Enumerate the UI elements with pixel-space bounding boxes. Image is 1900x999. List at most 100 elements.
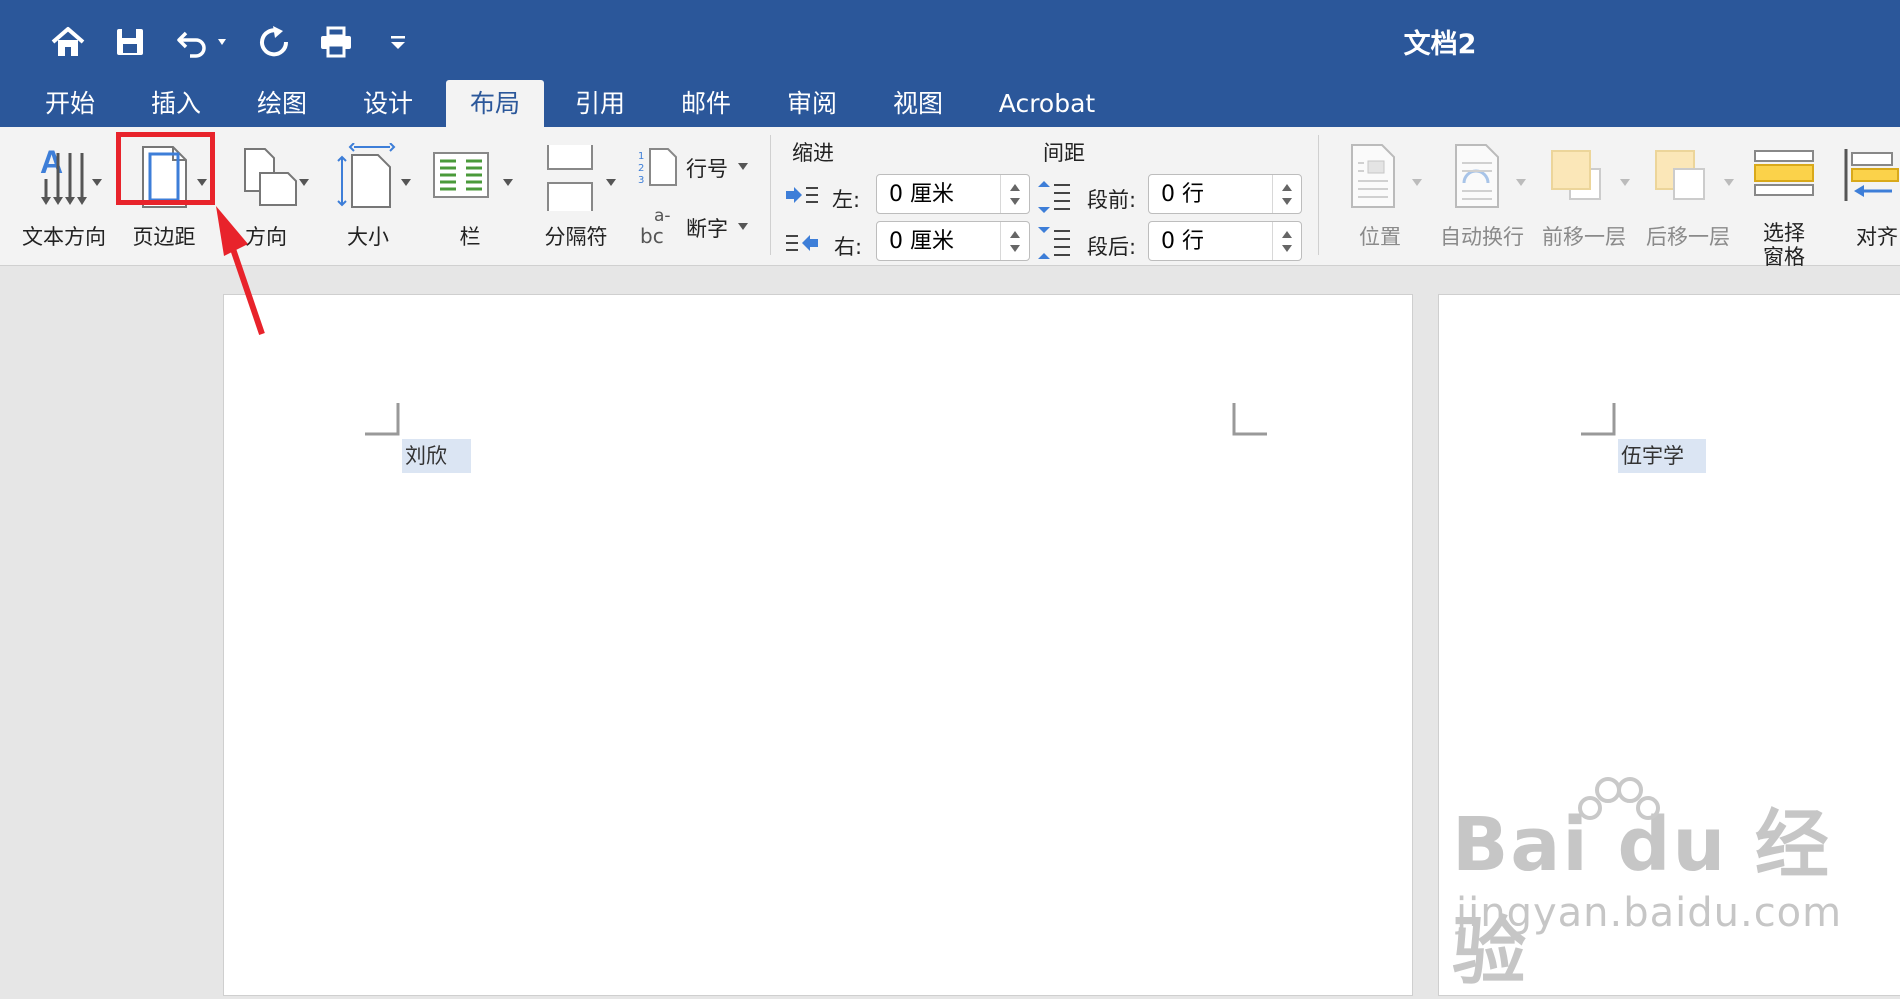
line-numbers-icon: 1 2 3 — [638, 148, 677, 186]
annotation-arrow-icon — [216, 206, 265, 335]
chevron-down-icon — [299, 179, 309, 186]
spacing-after-field[interactable]: 0 行 — [1148, 221, 1302, 261]
page-2-text[interactable]: 伍宇学 — [1618, 439, 1706, 473]
hyphenation-icon: a- bc — [640, 206, 671, 248]
send-backward-label: 后移一层 — [1646, 225, 1730, 249]
align-icon — [1844, 149, 1899, 201]
document-title: 文档2 — [1403, 29, 1477, 60]
spacing-before-icon — [1038, 181, 1070, 213]
bring-forward-label: 前移一层 — [1542, 225, 1626, 249]
breaks-icon — [547, 145, 593, 211]
hyphenation-button[interactable]: a- bc 断字 — [638, 205, 750, 249]
indent-left-icon — [786, 187, 818, 203]
spacing-after-stepper[interactable] — [1272, 222, 1301, 260]
chevron-down-icon — [606, 179, 616, 186]
highlight-box — [116, 132, 215, 205]
indent-left-stepper[interactable] — [1000, 175, 1029, 213]
selection-pane-button[interactable]: 选择 窗格 — [1742, 139, 1826, 269]
tab-references[interactable]: 引用 — [560, 80, 640, 127]
indent-left-label: 左: — [832, 188, 861, 212]
indent-right-label: 右: — [834, 235, 863, 259]
tab-design[interactable]: 设计 — [348, 80, 428, 127]
text-direction-label: 文本方向 — [22, 225, 106, 249]
tab-insert[interactable]: 插入 — [136, 80, 216, 127]
line-numbers-label: 行号 — [686, 157, 728, 181]
customize-qat-icon[interactable] — [380, 20, 416, 64]
indent-left-field[interactable]: 0 厘米 — [876, 174, 1030, 214]
tab-mailings[interactable]: 邮件 — [666, 80, 746, 127]
selection-pane-label: 选择 窗格 — [1742, 221, 1826, 269]
indent-right-icon — [786, 235, 818, 251]
ribbon-tabs: 开始 插入 绘图 设计 布局 引用 邮件 审阅 视图 Acrobat — [0, 80, 1900, 127]
size-button[interactable]: 大小 — [318, 139, 418, 249]
chevron-down-icon — [92, 179, 102, 186]
indent-right-field[interactable]: 0 厘米 — [876, 221, 1030, 261]
document-page-1[interactable]: 刘欣 — [223, 294, 1413, 996]
breaks-label: 分隔符 — [544, 225, 608, 249]
spacing-before-field[interactable]: 0 行 — [1148, 174, 1302, 214]
tab-home[interactable]: 开始 — [30, 80, 110, 127]
home-icon[interactable] — [46, 20, 90, 64]
text-direction-icon: A — [40, 145, 87, 205]
send-backward-button[interactable]: 后移一层 — [1636, 139, 1740, 249]
size-label: 大小 — [347, 225, 389, 249]
indent-right-stepper[interactable] — [1000, 222, 1029, 260]
indent-group-title: 缩进 — [792, 141, 834, 165]
crop-mark-top-left — [1581, 403, 1616, 436]
baidu-paw-icon — [1578, 777, 1660, 820]
spacing-before-label: 段前: — [1087, 188, 1137, 212]
bring-forward-button[interactable]: 前移一层 — [1534, 139, 1634, 249]
align-label: 对齐 — [1856, 225, 1898, 249]
indent-right-value: 0 厘米 — [889, 229, 954, 254]
margins-label: 页边距 — [132, 225, 196, 249]
bring-forward-icon — [1551, 150, 1601, 200]
wrap-text-icon — [1455, 144, 1499, 208]
tab-view[interactable]: 视图 — [878, 80, 958, 127]
text-direction-button[interactable]: A 文本方向 — [14, 139, 114, 249]
wrap-text-label: 自动换行 — [1440, 225, 1524, 249]
chevron-down-icon — [1412, 179, 1422, 186]
tab-review[interactable]: 审阅 — [772, 80, 852, 127]
ribbon-separator — [1318, 135, 1319, 255]
line-numbers-button[interactable]: 1 2 3 行号 — [638, 147, 750, 187]
print-icon[interactable] — [314, 20, 358, 64]
indent-left-value: 0 厘米 — [889, 182, 954, 207]
hyphenation-label: 断字 — [686, 217, 728, 241]
selection-pane-icon — [1754, 150, 1814, 196]
title-bar: 文档2 开始 插入 绘图 设计 布局 引用 邮件 审阅 视图 Acrobat — [0, 0, 1900, 127]
breaks-button[interactable]: 分隔符 — [528, 139, 636, 249]
chevron-down-icon — [738, 223, 748, 230]
tab-draw[interactable]: 绘图 — [242, 80, 322, 127]
svg-text:3: 3 — [638, 175, 644, 186]
page-1-text[interactable]: 刘欣 — [402, 439, 471, 473]
spacing-before-value: 0 行 — [1161, 182, 1204, 207]
svg-text:1: 1 — [638, 151, 644, 162]
chevron-down-icon — [1620, 179, 1630, 186]
chevron-down-icon — [401, 179, 411, 186]
save-icon[interactable] — [110, 20, 150, 64]
spacing-after-label: 段后: — [1087, 235, 1137, 259]
align-button[interactable]: 对齐 — [1834, 139, 1900, 249]
spacing-after-value: 0 行 — [1161, 229, 1204, 254]
chevron-down-icon — [738, 163, 748, 170]
columns-label: 栏 — [459, 225, 481, 249]
crop-mark-top-right — [1232, 403, 1267, 436]
tab-layout[interactable]: 布局 — [446, 80, 544, 127]
ribbon-separator — [770, 135, 771, 255]
columns-icon — [433, 152, 489, 198]
selection-pane-label-line2: 窗格 — [1763, 245, 1805, 269]
position-icon — [1351, 144, 1395, 208]
svg-text:2: 2 — [638, 163, 644, 174]
undo-icon[interactable] — [172, 20, 232, 64]
tab-acrobat[interactable]: Acrobat — [982, 80, 1112, 127]
spacing-before-stepper[interactable] — [1272, 175, 1301, 213]
position-button[interactable]: 位置 — [1330, 139, 1430, 249]
chevron-down-icon — [1516, 179, 1526, 186]
send-backward-icon — [1655, 150, 1705, 200]
svg-text:a-: a- — [654, 206, 671, 226]
chevron-down-icon — [503, 179, 513, 186]
columns-button[interactable]: 栏 — [420, 139, 520, 249]
redo-icon[interactable] — [252, 20, 296, 64]
wrap-text-button[interactable]: 自动换行 — [1432, 139, 1532, 249]
svg-text:bc: bc — [640, 224, 664, 248]
